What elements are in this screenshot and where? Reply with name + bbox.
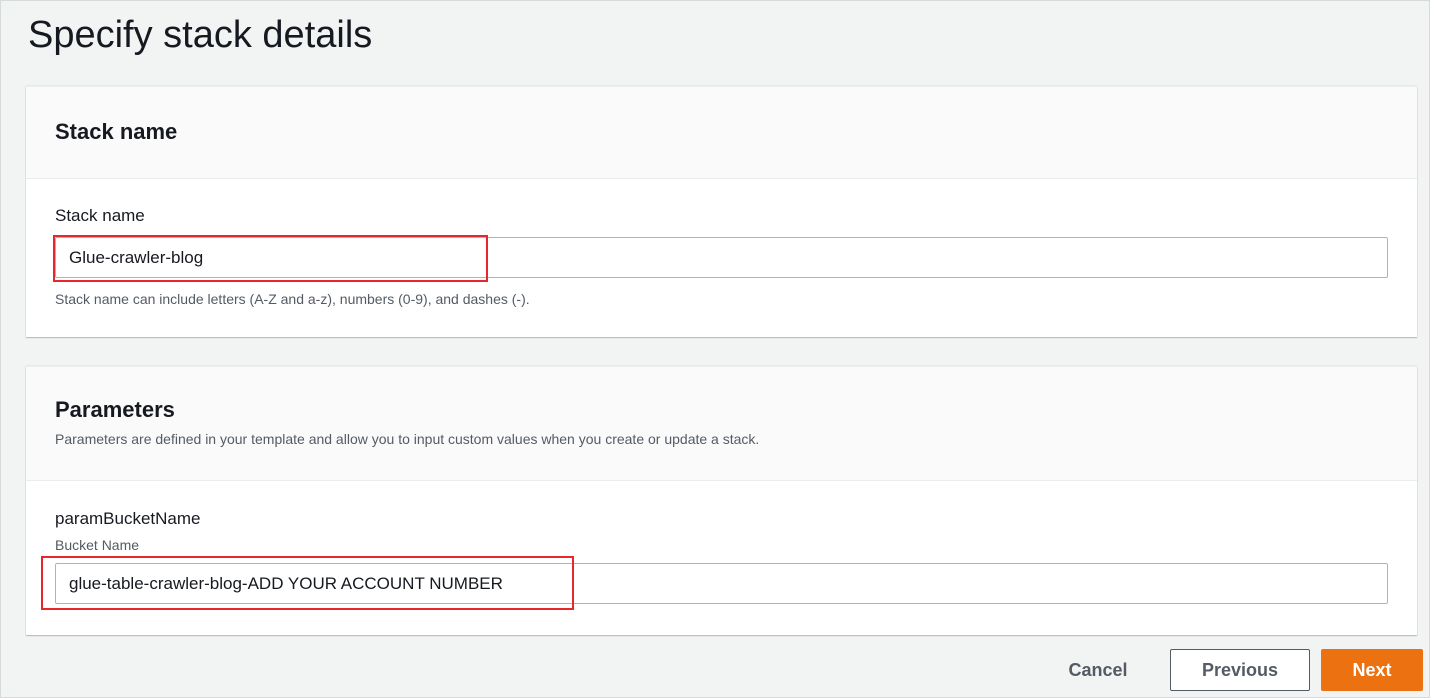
- parameters-description: Parameters are defined in your template …: [55, 431, 760, 447]
- stack-name-heading: Stack name: [55, 119, 178, 144]
- parameters-panel-body: paramBucketName Bucket Name: [26, 481, 1417, 635]
- stack-name-panel: Stack name Stack name Stack name can inc…: [26, 86, 1417, 337]
- param-bucket-name-label: paramBucketName: [55, 509, 201, 528]
- parameters-panel-header: Parameters Parameters are defined in you…: [26, 367, 1417, 481]
- bucket-name-input[interactable]: [55, 563, 1388, 604]
- cancel-button[interactable]: Cancel: [1047, 649, 1149, 691]
- stack-name-panel-body: Stack name Stack name can include letter…: [26, 179, 1417, 337]
- param-bucket-name-description: Bucket Name: [55, 537, 140, 553]
- parameters-panel: Parameters Parameters are defined in you…: [26, 366, 1417, 635]
- previous-button[interactable]: Previous: [1170, 649, 1310, 691]
- page-title: Specify stack details: [28, 14, 373, 56]
- next-button[interactable]: Next: [1321, 649, 1423, 691]
- stack-name-panel-header: Stack name: [26, 87, 1417, 179]
- parameters-heading: Parameters: [55, 397, 175, 422]
- stack-name-label: Stack name: [55, 206, 145, 225]
- stack-name-constraint-text: Stack name can include letters (A-Z and …: [55, 291, 530, 307]
- stack-name-input[interactable]: [55, 237, 1388, 278]
